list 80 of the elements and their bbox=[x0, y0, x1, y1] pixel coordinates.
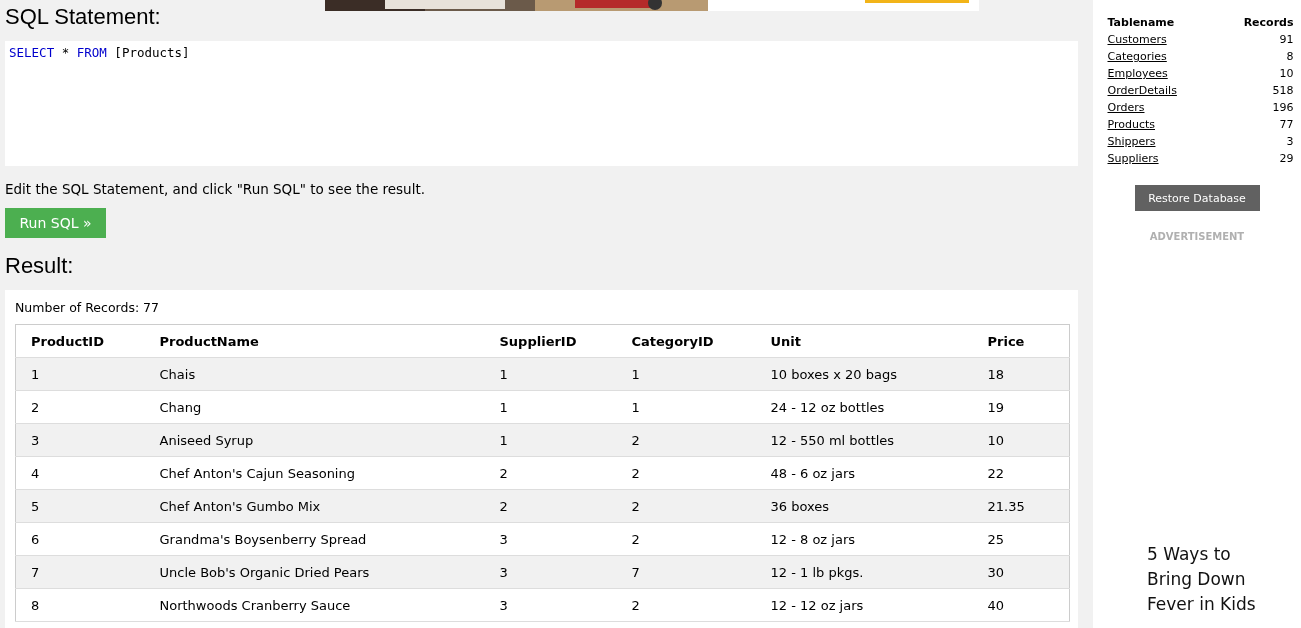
table-cell: 24 - 12 oz bottles bbox=[755, 390, 973, 424]
column-header: ProductID bbox=[15, 324, 145, 358]
table-cell: 1 bbox=[484, 357, 617, 391]
ad-headline[interactable]: 5 Ways to Bring Down Fever in Kids bbox=[1147, 542, 1267, 617]
restore-database-button[interactable]: Restore Database bbox=[1134, 185, 1260, 211]
table-link[interactable]: Customers bbox=[1107, 33, 1167, 46]
table-cell: 25 bbox=[972, 522, 1070, 556]
column-header: Unit bbox=[755, 324, 973, 358]
table-cell: 1 bbox=[15, 357, 145, 391]
sql-editor[interactable]: SELECT * FROM [Products] bbox=[5, 41, 1078, 166]
table-cell: 2 bbox=[616, 588, 756, 622]
table-cell: 8 bbox=[15, 588, 145, 622]
table-link[interactable]: Suppliers bbox=[1107, 152, 1159, 165]
table-cell: 21.35 bbox=[972, 489, 1070, 523]
table-cell: 12 - 1 lb pkgs. bbox=[755, 555, 973, 589]
column-header: Records bbox=[1242, 15, 1295, 31]
column-header: ProductName bbox=[144, 324, 485, 358]
record-count: 3 bbox=[1285, 134, 1295, 150]
table-cell: 10 boxes x 20 bags bbox=[755, 357, 973, 391]
table-cell: Chef Anton's Cajun Seasoning bbox=[144, 456, 485, 490]
table-cell: 6 bbox=[15, 522, 145, 556]
table-cell: 1 bbox=[616, 390, 756, 424]
table-cell: 2 bbox=[616, 522, 756, 556]
table-link[interactable]: Employees bbox=[1107, 67, 1168, 80]
table-cell: 2 bbox=[484, 489, 617, 523]
table-link[interactable]: OrderDetails bbox=[1107, 84, 1177, 97]
column-header: Tablename bbox=[1106, 15, 1176, 31]
column-header: CategoryID bbox=[616, 324, 756, 358]
table-link[interactable]: Shippers bbox=[1107, 135, 1156, 148]
table-cell: 19 bbox=[972, 390, 1070, 424]
table-link[interactable]: Categories bbox=[1107, 50, 1167, 63]
table-cell: Chang bbox=[144, 390, 485, 424]
table-link[interactable]: Orders bbox=[1107, 101, 1145, 114]
column-header: SupplierID bbox=[484, 324, 617, 358]
table-cell: 22 bbox=[972, 456, 1070, 490]
table-cell: 12 - 550 ml bottles bbox=[755, 423, 973, 457]
ad-label: ADVERTISEMENT bbox=[1149, 231, 1245, 242]
table-cell: 48 - 6 oz jars bbox=[755, 456, 973, 490]
column-header: Price bbox=[972, 324, 1070, 358]
table-cell: 3 bbox=[484, 522, 617, 556]
table-cell: 30 bbox=[972, 555, 1070, 589]
record-count: 518 bbox=[1271, 83, 1295, 99]
table-cell: 1 bbox=[484, 390, 617, 424]
table-cell: 7 bbox=[616, 555, 756, 589]
table-cell: 12 - 8 oz jars bbox=[755, 522, 973, 556]
record-count: 29 bbox=[1278, 151, 1295, 167]
table-cell: 3 bbox=[484, 555, 617, 589]
table-cell: 5 bbox=[15, 489, 145, 523]
table-cell: 36 boxes bbox=[755, 489, 973, 523]
table-cell: 7 bbox=[15, 555, 145, 589]
table-cell: Chais bbox=[144, 357, 485, 391]
record-count: 77 bbox=[1278, 117, 1295, 133]
record-count: 10 bbox=[1278, 66, 1295, 82]
table-cell: 12 - 12 oz jars bbox=[755, 588, 973, 622]
table-cell: 40 bbox=[972, 588, 1070, 622]
table-cell: 1 bbox=[484, 423, 617, 457]
table-cell: 1 bbox=[616, 357, 756, 391]
table-cell: 3 bbox=[15, 423, 145, 457]
table-cell: 18 bbox=[972, 357, 1070, 391]
record-count: 91 bbox=[1278, 32, 1295, 48]
section-heading: Result: bbox=[5, 252, 75, 280]
table-cell: Uncle Bob's Organic Dried Pears bbox=[144, 555, 485, 589]
table-cell: 2 bbox=[616, 489, 756, 523]
table-cell: 4 bbox=[15, 456, 145, 490]
table-link[interactable]: Products bbox=[1107, 118, 1155, 131]
table-cell: Aniseed Syrup bbox=[144, 423, 485, 457]
record-count: Number of Records: 77 bbox=[15, 300, 160, 315]
section-heading: SQL Statement: bbox=[5, 3, 161, 31]
table-cell: Chef Anton's Gumbo Mix bbox=[144, 489, 485, 523]
table-cell: 2 bbox=[15, 390, 145, 424]
table-cell: 2 bbox=[484, 456, 617, 490]
table-cell: 3 bbox=[484, 588, 617, 622]
table-cell: 2 bbox=[616, 423, 756, 457]
table-cell: Northwoods Cranberry Sauce bbox=[144, 588, 485, 622]
record-count: 196 bbox=[1271, 100, 1295, 116]
table-cell: Grandma's Boysenberry Spread bbox=[144, 522, 485, 556]
instruction-text: Edit the SQL Statement, and click "Run SQL" to see the result. bbox=[5, 181, 426, 197]
table-cell: 2 bbox=[616, 456, 756, 490]
record-count: 8 bbox=[1285, 49, 1295, 65]
table-cell: 10 bbox=[972, 423, 1070, 457]
